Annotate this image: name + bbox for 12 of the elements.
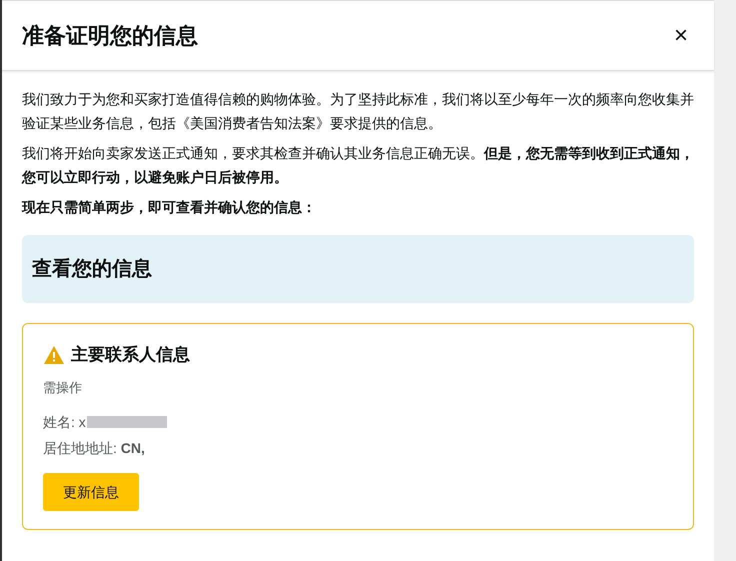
status-text: 需操作: [43, 378, 83, 396]
field-text: 姓名: x: [43, 413, 86, 432]
steps-intro: 现在只需简单两步，即可查看并确认您的信息：: [22, 198, 317, 217]
update-info-button[interactable]: 更新信息: [43, 473, 139, 511]
body-paragraph: 我们致力于为您和买家打造值得信赖的购物体验。为了坚持此标准，我们将以至少每年一次的频率向您收集并验证某些业务信息，包括《美国消费者告知法案》要求提供的信息。: [22, 90, 694, 133]
card-title: 主要联系人信息: [71, 344, 190, 366]
field-text: 居住地地址: CN,: [43, 439, 145, 458]
dialog-title: 准备证明您的信息: [22, 22, 198, 50]
warning-icon: [43, 344, 65, 365]
banner-title: 查看您的信息: [32, 257, 152, 282]
close-button[interactable]: ×: [670, 24, 692, 48]
body-paragraph: 我们将开始向卖家发送正式通知，要求其检查并确认其业务信息正确无误。但是，您无需等到收到正式通知，您可以立即行动，以避免账户日后被停用。: [22, 144, 694, 187]
